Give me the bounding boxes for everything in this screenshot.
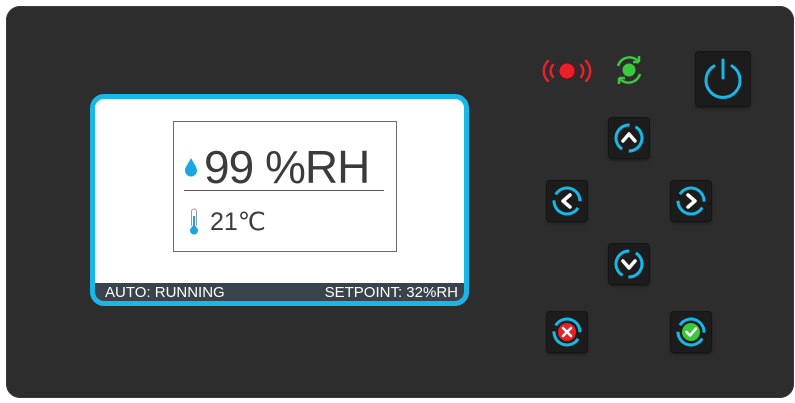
water-drop-icon	[184, 157, 198, 177]
cancel-button[interactable]	[547, 312, 587, 352]
temperature-value: 21℃	[210, 207, 266, 236]
left-button[interactable]	[547, 181, 587, 221]
chevron-right-icon	[676, 186, 706, 216]
controller-panel: 99 %RH 21℃ AUTO: RUNNING SETPOINT: 32%RH	[6, 6, 794, 398]
power-button[interactable]	[696, 52, 750, 106]
lcd-screen: 99 %RH 21℃ AUTO: RUNNING SETPOINT: 32%RH	[90, 94, 469, 306]
humidity-row: 99 %RH	[184, 141, 370, 193]
alarm-indicator	[539, 56, 595, 86]
status-bar: AUTO: RUNNING SETPOINT: 32%RH	[95, 283, 464, 301]
confirm-check-icon	[676, 317, 706, 347]
cycle-running-icon	[616, 56, 642, 84]
chevron-left-icon	[552, 186, 582, 216]
thermometer-icon	[188, 208, 200, 236]
right-button[interactable]	[671, 181, 711, 221]
readout-divider	[184, 190, 384, 191]
chevron-up-icon	[614, 123, 644, 153]
setpoint-label: SETPOINT: 32%RH	[324, 283, 458, 301]
running-indicator	[612, 53, 646, 87]
power-icon	[704, 58, 742, 99]
status-mode: AUTO: RUNNING	[105, 283, 225, 301]
chevron-down-icon	[614, 249, 644, 279]
alarm-signal-icon	[542, 59, 592, 83]
up-button[interactable]	[609, 118, 649, 158]
temperature-row: 21℃	[188, 202, 266, 242]
humidity-value: 99 %RH	[204, 141, 370, 193]
confirm-button[interactable]	[671, 312, 711, 352]
readout-box: 99 %RH 21℃	[173, 121, 397, 252]
down-button[interactable]	[609, 244, 649, 284]
cancel-x-icon	[552, 317, 582, 347]
